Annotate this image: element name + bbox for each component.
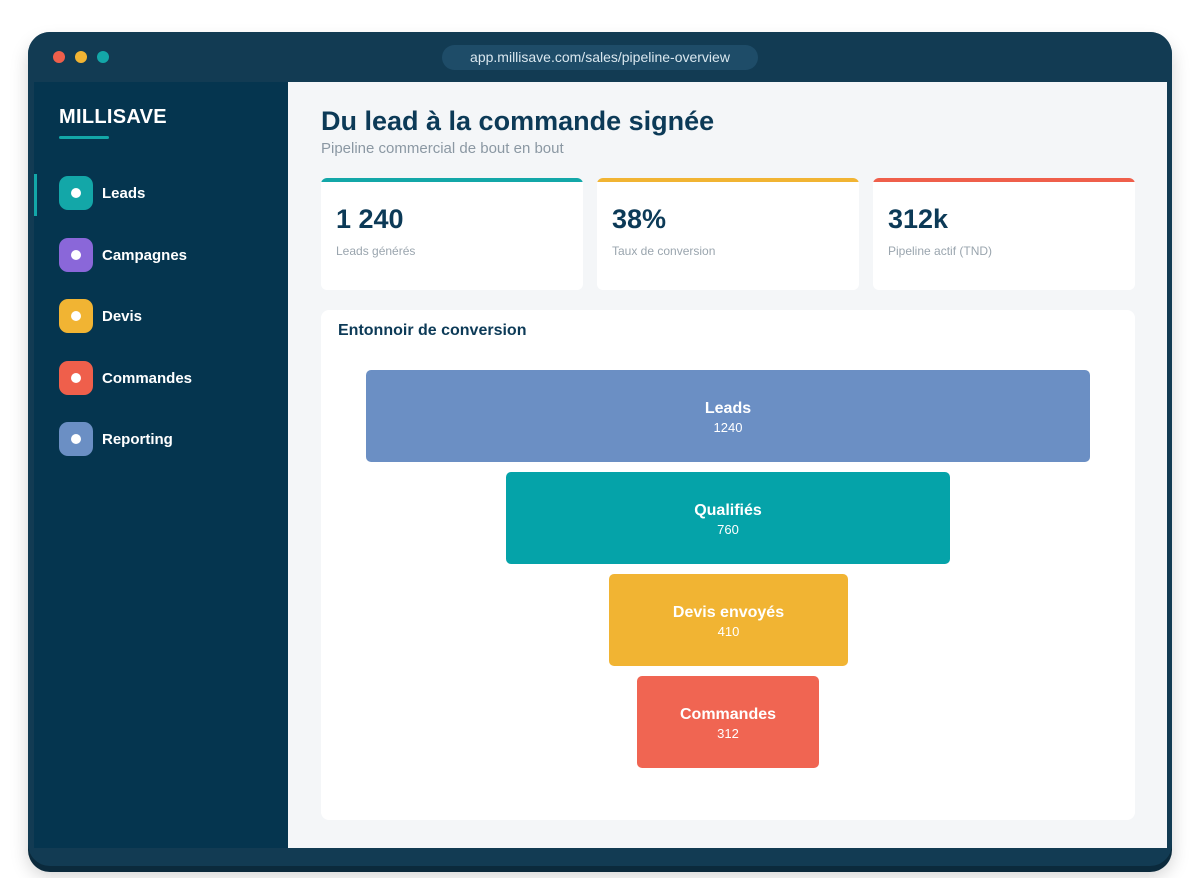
devis-icon: [59, 299, 93, 333]
funnel-stage-1: Leads 1240: [366, 370, 1090, 462]
minimize-window-dot[interactable]: [75, 51, 87, 63]
kpi-accent-bar: [873, 178, 1135, 182]
sidebar-item-label: Leads: [102, 185, 146, 202]
kpi-label: Pipeline actif (TND): [888, 244, 993, 258]
kpi-card-conversion: 38% Taux de conversion: [597, 178, 859, 290]
funnel-stage-3: Devis envoyés 410: [609, 574, 848, 666]
sidebar-item-commandes[interactable]: Commandes: [34, 359, 288, 399]
leads-icon: [59, 176, 93, 210]
sidebar-item-label: Devis: [102, 308, 143, 325]
url-bar[interactable]: app.millisave.com/sales/pipeline-overvie…: [442, 45, 758, 70]
page-title: Du lead à la commande signée: [321, 106, 715, 136]
sidebar-item-label: Campagnes: [102, 247, 188, 264]
funnel-stage-label: Leads: [704, 400, 752, 417]
funnel-stage-value: 1240: [713, 420, 743, 435]
brand-underline: [59, 136, 109, 139]
kpi-value: 312k: [888, 204, 949, 234]
sidebar-item-devis[interactable]: Devis: [34, 297, 288, 337]
funnel-stage-2: Qualifiés 760: [506, 472, 950, 564]
funnel-stage-value: 410: [717, 624, 740, 639]
funnel-stage-value: 760: [717, 522, 739, 537]
sidebar-item-label: Reporting: [102, 431, 173, 448]
kpi-value: 1 240: [336, 204, 404, 234]
commandes-icon: [59, 361, 93, 395]
kpi-label: Leads générés: [336, 244, 416, 258]
reporting-icon: [59, 422, 93, 456]
funnel-stage-value: 312: [717, 726, 739, 741]
browser-window: app.millisave.com/sales/pipeline-overvie…: [28, 32, 1172, 866]
sidebar-item-reporting[interactable]: Reporting: [34, 420, 288, 460]
browser-titlebar: app.millisave.com/sales/pipeline-overvie…: [28, 32, 1172, 82]
page-subtitle: Pipeline commercial de bout en bout: [321, 140, 564, 157]
sidebar-item-label: Commandes: [102, 370, 193, 387]
sidebar-item-campagnes[interactable]: Campagnes: [34, 236, 288, 276]
funnel-stage-label: Devis envoyés: [672, 604, 785, 621]
active-indicator: [34, 174, 37, 216]
kpi-value: 38%: [612, 204, 667, 234]
funnel-stage-label: Qualifiés: [694, 502, 762, 519]
maximize-window-dot[interactable]: [97, 51, 109, 63]
kpi-label: Taux de conversion: [612, 244, 716, 258]
funnel-stage-4: Commandes 312: [637, 676, 819, 768]
funnel-title: Entonnoir de conversion: [338, 322, 527, 339]
close-window-dot[interactable]: [53, 51, 65, 63]
funnel-stage-label: Commandes: [679, 706, 777, 723]
funnel-chart-card: Entonnoir de conversion Leads 1240 Qualifi…: [321, 310, 1135, 820]
kpi-accent-bar: [321, 178, 583, 182]
kpi-card-leads: 1 240 Leads générés: [321, 178, 583, 290]
kpi-accent-bar: [597, 178, 859, 182]
brand-logo: MILLISAVE: [59, 106, 167, 128]
main-content: Du lead à la commande signée Pipeline co…: [288, 82, 1167, 848]
kpi-card-pipeline: 312k Pipeline actif (TND): [873, 178, 1135, 290]
sidebar-item-leads[interactable]: Leads: [34, 174, 288, 216]
campagnes-icon: [59, 238, 93, 272]
sidebar: MILLISAVE Leads Campagnes Devis Commande…: [34, 82, 288, 848]
